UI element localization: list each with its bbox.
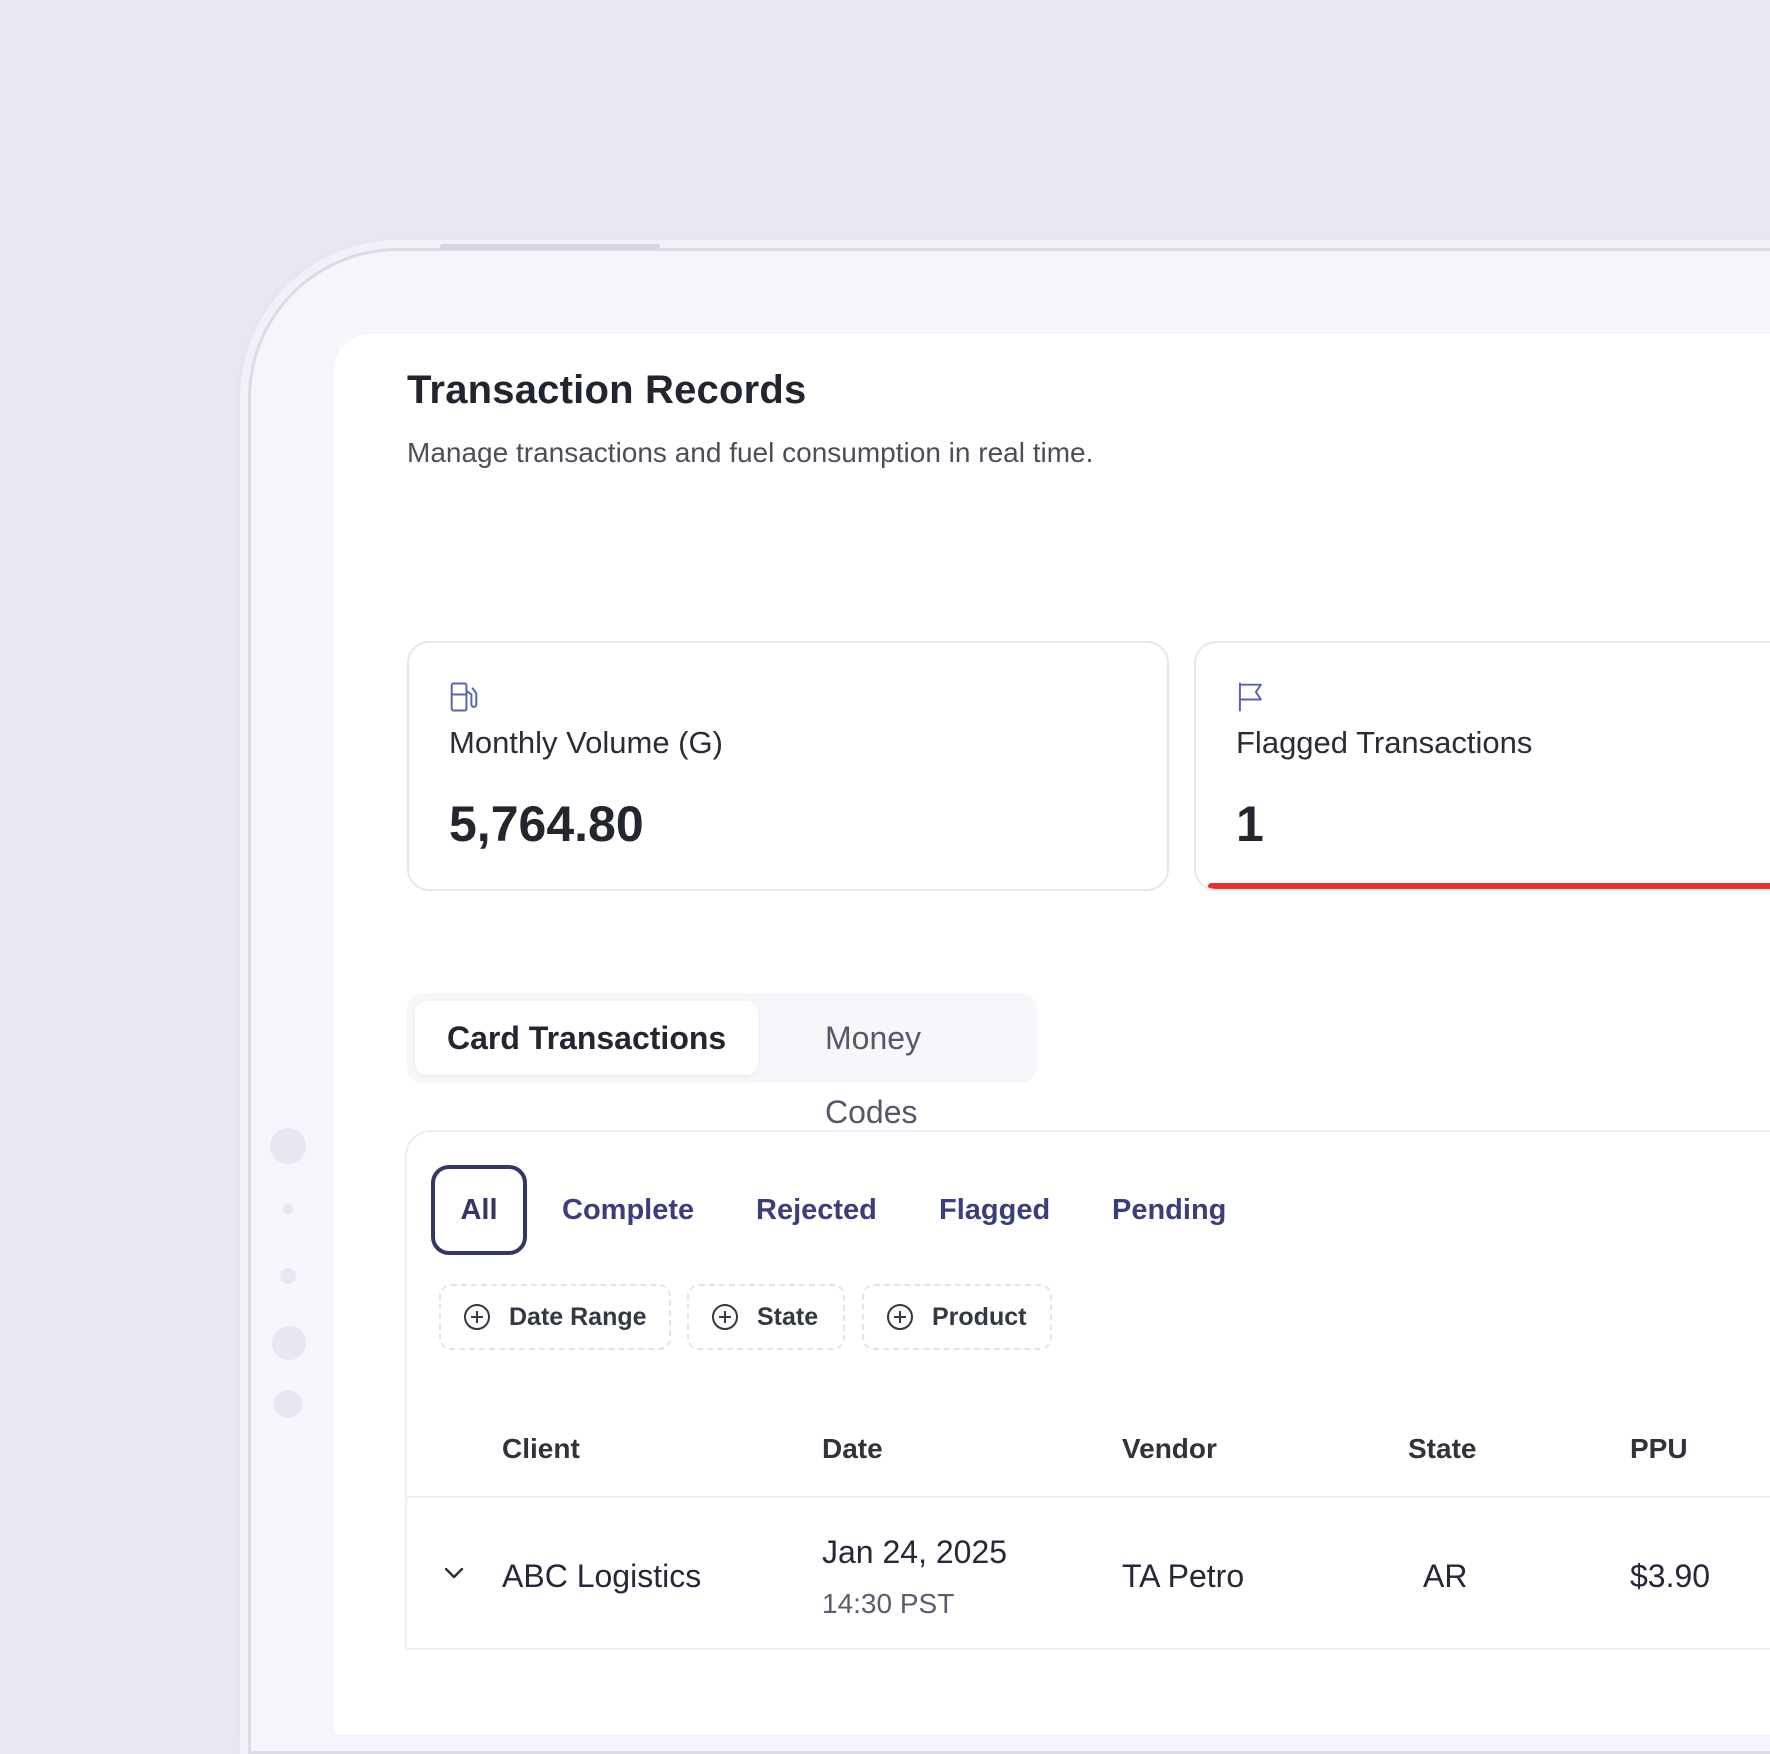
column-header-date[interactable]: Date: [822, 1433, 883, 1465]
column-header-ppu[interactable]: PPU: [1630, 1433, 1688, 1465]
filter-complete[interactable]: Complete: [562, 1165, 694, 1255]
date-range-filter-button[interactable]: Date Range: [439, 1284, 671, 1350]
column-header-client[interactable]: Client: [502, 1433, 580, 1465]
stat-label: Monthly Volume (G): [449, 725, 723, 760]
chip-label: State: [757, 1302, 819, 1331]
state-filter-button[interactable]: State: [687, 1284, 845, 1350]
page-subtitle: Manage transactions and fuel consumption…: [407, 437, 1094, 468]
product-filter-button[interactable]: Product: [862, 1284, 1052, 1350]
plus-circle-icon: [887, 1304, 913, 1330]
stat-value: 1: [1236, 796, 1264, 852]
stat-value: 5,764.80: [449, 796, 644, 852]
transaction-tabs: Card Transactions Money Codes: [407, 993, 1037, 1130]
filter-all[interactable]: All: [431, 1165, 527, 1255]
device-side-dot: [270, 1128, 306, 1164]
filter-pending[interactable]: Pending: [1112, 1165, 1226, 1255]
chip-label: Date Range: [509, 1302, 647, 1331]
device-side-dot: [274, 1390, 302, 1418]
cell-state: AR: [1423, 1558, 1468, 1594]
flag-icon: [1238, 682, 1262, 712]
page-title: Transaction Records: [407, 368, 807, 412]
cell-client: ABC Logistics: [502, 1558, 702, 1594]
column-header-state[interactable]: State: [1408, 1433, 1476, 1465]
stat-label: Flagged Transactions: [1236, 725, 1533, 760]
fuel-pump-icon: [450, 682, 478, 712]
column-header-vendor[interactable]: Vendor: [1122, 1433, 1217, 1465]
chevron-down-icon[interactable]: [443, 1566, 465, 1580]
plus-circle-icon: [712, 1304, 738, 1330]
filter-rejected[interactable]: Rejected: [756, 1165, 877, 1255]
cell-vendor: TA Petro: [1122, 1558, 1245, 1594]
stat-card-flagged-transactions: Flagged Transactions 1: [1194, 641, 1770, 891]
cell-ppu: $3.90: [1630, 1558, 1711, 1594]
stat-card-monthly-volume: Monthly Volume (G) 5,764.80: [407, 641, 1169, 891]
filter-flagged[interactable]: Flagged: [939, 1165, 1050, 1255]
plus-circle-icon: [464, 1304, 490, 1330]
cell-date: Jan 24, 2025: [822, 1534, 1008, 1570]
device-button: [440, 244, 660, 250]
device-side-dot: [280, 1268, 296, 1284]
tab-money-codes[interactable]: Money Codes: [793, 1001, 1037, 1130]
device-side-dot: [283, 1204, 293, 1214]
table-header-divider: [407, 1496, 1770, 1498]
device-side-dot: [272, 1326, 306, 1360]
cell-time: 14:30 PST: [822, 1588, 955, 1619]
chip-label: Product: [932, 1302, 1027, 1331]
tab-card-transactions[interactable]: Card Transactions: [415, 1001, 759, 1075]
flag-accent-bar: [1208, 883, 1770, 889]
